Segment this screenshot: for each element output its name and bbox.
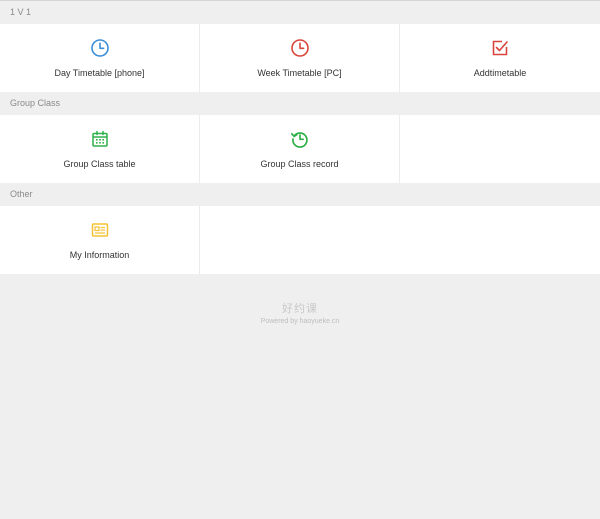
addtimetable-label: Addtimetable [473, 68, 527, 78]
history-icon [290, 132, 308, 148]
section-header-1v1: 1 V 1 [0, 1, 600, 24]
week-timetable-pc-label: Week Timetable [PC] [257, 68, 342, 78]
group-class-table-button[interactable]: Group Class table [0, 115, 200, 183]
group-class-table-label: Group Class table [63, 159, 136, 169]
grid-1v1: Day Timetable [phone] Week Timetable [PC… [0, 24, 600, 92]
brand-logo-text: 好约课 [282, 302, 318, 315]
clock-icon [290, 39, 309, 57]
id-card-icon [91, 223, 108, 237]
empty-cell [400, 115, 600, 183]
day-timetable-phone-label: Day Timetable [phone] [54, 68, 145, 78]
clock-icon [90, 39, 109, 57]
my-information-label: My Information [69, 250, 130, 260]
day-timetable-phone-button[interactable]: Day Timetable [phone] [0, 24, 200, 92]
section-header-group-class: Group Class [0, 92, 600, 115]
grid-other: My Information [0, 206, 600, 274]
calendar-icon [91, 130, 108, 147]
footer: 好约课 Powered by haoyueke.cn [0, 300, 600, 325]
week-timetable-pc-button[interactable]: Week Timetable [PC] [200, 24, 400, 92]
section-header-other: Other [0, 183, 600, 206]
grid-group-class: Group Class table Group Class record [0, 115, 600, 183]
group-class-record-label: Group Class record [260, 159, 339, 169]
powered-by-text: Powered by haoyueke.cn [260, 318, 340, 325]
my-information-button[interactable]: My Information [0, 206, 200, 274]
addtimetable-button[interactable]: Addtimetable [400, 24, 600, 92]
empty-cell [200, 206, 600, 274]
group-class-record-button[interactable]: Group Class record [200, 115, 400, 183]
checkbox-edit-icon [492, 40, 508, 56]
